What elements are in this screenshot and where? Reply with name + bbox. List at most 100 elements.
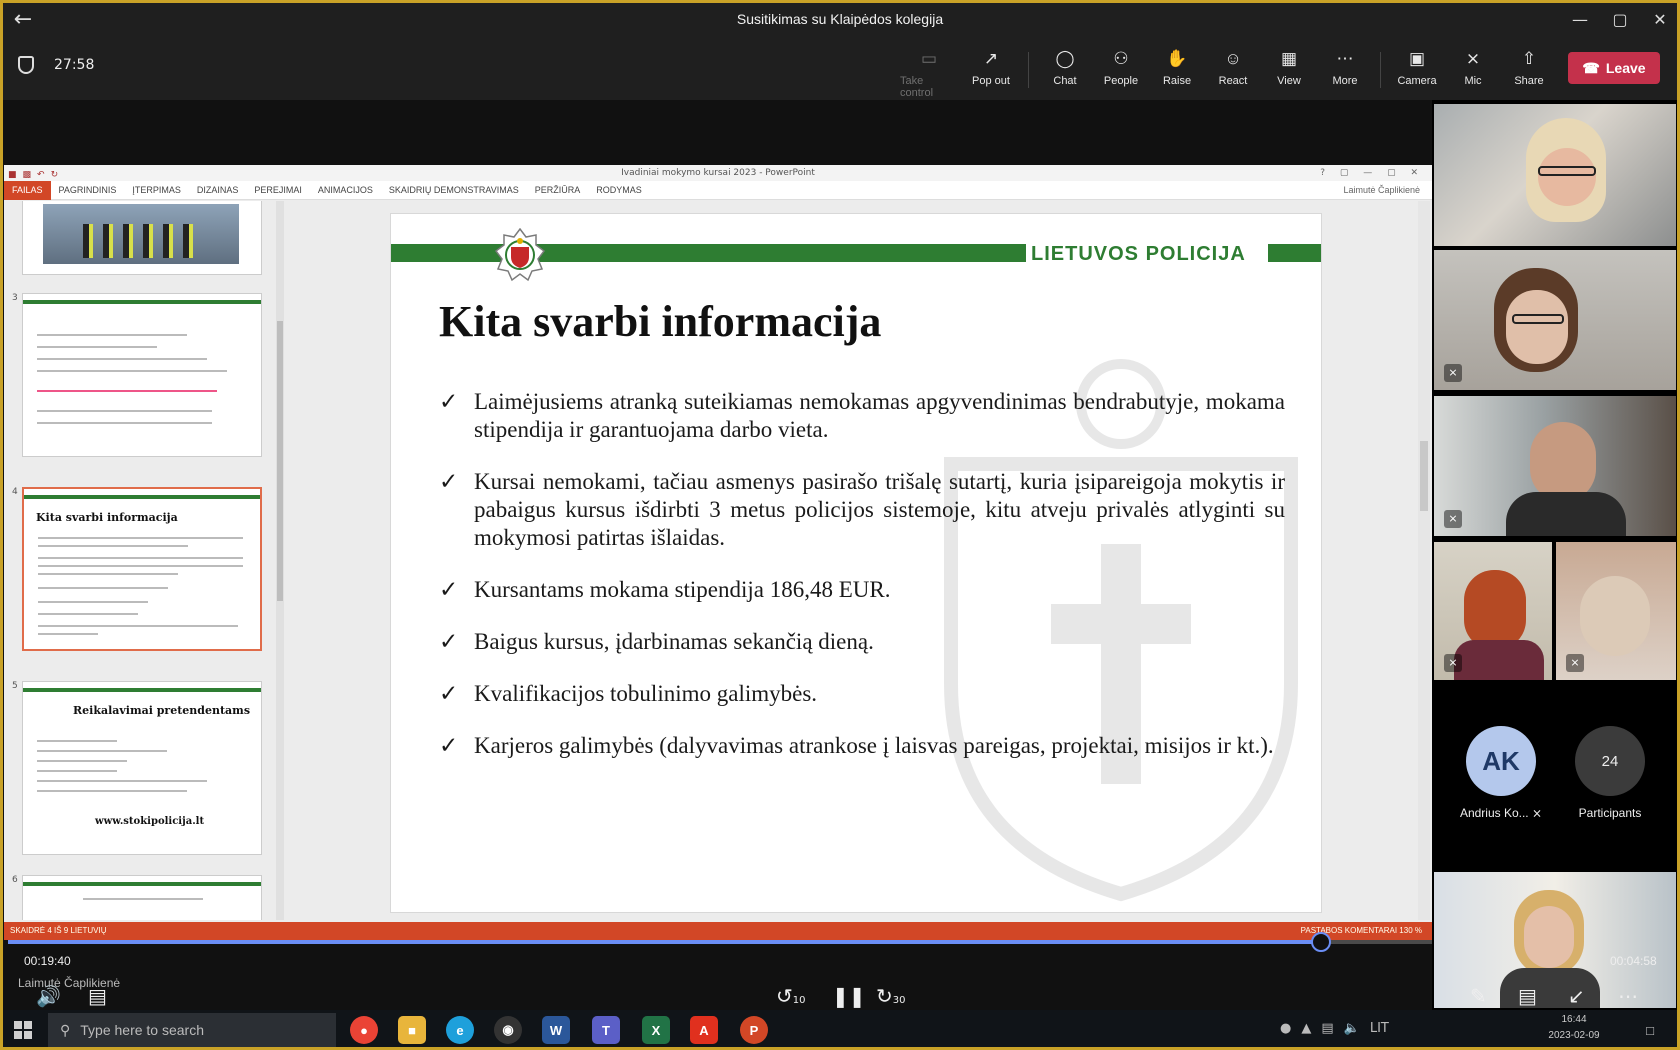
chrome-app-2[interactable]: ◉ (494, 1016, 522, 1044)
notifications-button[interactable]: □ (1636, 1016, 1664, 1044)
police-star-logo (495, 228, 545, 282)
pen-button[interactable]: ✎ (1470, 984, 1487, 1008)
share-button[interactable]: ⇧ Share (1500, 48, 1558, 87)
ellipsis-icon: ⋯ (1336, 49, 1354, 68)
video-tile-participant-5[interactable]: ⨯ (1556, 542, 1676, 680)
chrome-app[interactable]: ● (350, 1016, 378, 1044)
windows-start-button[interactable] (14, 1021, 32, 1039)
chat-button[interactable]: ◯ Chat (1036, 48, 1094, 87)
chrome-icon: ◉ (502, 1022, 514, 1037)
maximize-button[interactable]: ▢ (1600, 0, 1640, 38)
minimize-button[interactable]: — (1560, 0, 1600, 38)
tab-animations[interactable]: ANIMACIJOS (310, 185, 381, 195)
avatar: AK (1466, 726, 1536, 796)
slide-scrollbar[interactable] (1418, 201, 1430, 920)
more-button[interactable]: ⋯ More (1316, 48, 1374, 87)
playback-progress[interactable] (8, 932, 1432, 952)
participants-count-button[interactable]: 24 Participants (1560, 726, 1660, 820)
tab-design[interactable]: DIZAINAS (189, 185, 247, 195)
slide-thumbnail-4[interactable]: Kita svarbi informacija (22, 487, 262, 651)
participant-avatar-tile[interactable]: AK Andrius Ko... ⨯ (1446, 726, 1556, 820)
mic-off-icon: ⨯ (1444, 364, 1462, 382)
remaining-time: 00:04:58 (1610, 954, 1657, 968)
window-title: Susitikimas su Klaipėdos kolegija (736, 11, 944, 27)
edge-app[interactable]: e (446, 1016, 474, 1044)
tile-view-button[interactable]: ▤ (1518, 984, 1537, 1008)
volume-button[interactable]: 🔊 (36, 984, 61, 1008)
tab-file[interactable]: FAILAS (4, 180, 51, 200)
pop-out-button[interactable]: ↗ Pop out (962, 48, 1020, 87)
word-icon: W (549, 1022, 563, 1038)
share-icon: ⇧ (1521, 49, 1537, 68)
taskbar-search[interactable]: ⚲ Type here to search (48, 1013, 336, 1047)
slide-title: Kita svarbi informacija (439, 297, 882, 346)
captions-button[interactable]: ▤ (88, 984, 107, 1008)
acrobat-icon: A (699, 1022, 709, 1038)
language-indicator[interactable]: LIT (1370, 1021, 1389, 1036)
powerpoint-title-bar: ■ ▩ ↶ ↻ Ivadiniai mokymo kursai 2023 - Powe… (4, 165, 1432, 181)
pause-icon: ❚❚ (832, 984, 866, 1008)
pause-button[interactable]: ❚❚ (832, 984, 866, 1008)
captions-icon: ▤ (88, 984, 107, 1008)
leave-button[interactable]: ☎ Leave (1568, 52, 1660, 84)
slide-thumbnail-5[interactable]: Reikalavimai pretendentams www.stokipoli… (22, 681, 262, 855)
people-button[interactable]: ⚇ People (1092, 48, 1150, 87)
elapsed-time: 27:58 (54, 57, 95, 73)
tab-transitions[interactable]: PEREJIMAI (246, 185, 310, 195)
tray-icon: ▲ (1301, 1021, 1312, 1036)
powerpoint-window: ■ ▩ ↶ ↻ Ivadiniai mokymo kursai 2023 - Powe… (4, 165, 1432, 940)
video-tile-participant-3[interactable]: ⨯ (1434, 396, 1676, 536)
check-icon: ✓ (439, 681, 459, 706)
file-explorer-app[interactable]: ■ (398, 1016, 426, 1044)
collapse-button[interactable]: ↙ (1568, 984, 1585, 1008)
tab-slideshow[interactable]: SKAIDRIŲ DEMONSTRAVIMAS (381, 185, 527, 195)
camera-button[interactable]: ▣ Camera (1388, 48, 1446, 87)
teams-app[interactable]: T (592, 1016, 620, 1044)
excel-app[interactable]: X (642, 1016, 670, 1044)
close-button[interactable]: ✕ (1640, 0, 1680, 38)
check-icon: ✓ (439, 389, 459, 414)
video-tile-presenter[interactable] (1434, 104, 1676, 246)
slide-bullet: ✓ Kursantams mokama stipendija 186,48 EUR… (439, 577, 891, 602)
slide-bullet-list: ✓ Laimėjusiems atranką suteikiamas nemoka… (439, 388, 1285, 760)
progress-thumb[interactable] (1310, 932, 1331, 952)
slide-thumbnail-6[interactable] (22, 875, 262, 920)
excel-icon: X (651, 1022, 661, 1038)
check-icon: ✓ (439, 577, 459, 602)
hand-icon: ✋ (1166, 49, 1188, 68)
thumbnail-scrollbar[interactable] (276, 201, 284, 920)
word-app[interactable]: W (542, 1016, 570, 1044)
slide-bullet: ✓ Karjeros galimybės (dalyvavimas atranko… (439, 733, 1274, 758)
mic-button[interactable]: ⨯ Mic (1444, 48, 1502, 87)
more-options-button[interactable]: ⋯ (1618, 984, 1638, 1008)
slide-thumbnail-3[interactable] (22, 293, 262, 457)
video-tile-participant-2[interactable]: ⨯ (1434, 250, 1676, 390)
title-bar: ← Susitikimas su Klaipėdos kolegija — ▢ … (0, 0, 1680, 38)
acrobat-app[interactable]: A (690, 1016, 718, 1044)
police-photo (43, 204, 239, 264)
windows-taskbar: ⚲ Type here to search ● ■ e ◉ W T X A P … (0, 1010, 1680, 1050)
phone-icon: ☎ (1582, 59, 1600, 76)
tab-home[interactable]: PAGRINDINIS (51, 185, 125, 195)
mic-off-icon: ⨯ (1465, 49, 1481, 68)
tab-insert[interactable]: ĮTERPIMAS (124, 185, 189, 195)
mic-off-icon: ⨯ (1531, 806, 1543, 820)
skip-back-button[interactable]: ↺10 (776, 984, 806, 1008)
view-button[interactable]: ▦ View (1260, 48, 1318, 87)
ellipsis-icon: ⋯ (1618, 984, 1638, 1008)
skip-forward-button[interactable]: ↻30 (876, 984, 906, 1008)
raise-hand-button[interactable]: ✋ Raise (1148, 48, 1206, 87)
tab-view[interactable]: RODYMAS (588, 185, 650, 195)
powerpoint-app[interactable]: P (740, 1016, 768, 1044)
chrome-icon: ● (360, 1022, 368, 1038)
people-icon: ⚇ (1113, 49, 1129, 68)
mic-off-icon: ⨯ (1444, 510, 1462, 528)
pen-icon: ✎ (1470, 984, 1487, 1008)
folder-icon: ■ (408, 1022, 416, 1038)
taskbar-clock[interactable]: 16:44 2023-02-09 (1536, 1012, 1612, 1044)
react-button[interactable]: ☺ React (1204, 48, 1262, 87)
slide-thumbnail-2[interactable] (22, 201, 262, 275)
video-tile-participant-4[interactable]: ⨯ (1434, 542, 1552, 680)
tab-review[interactable]: PERŽIŪRA (527, 185, 589, 195)
grid-icon: ▦ (1280, 49, 1298, 68)
